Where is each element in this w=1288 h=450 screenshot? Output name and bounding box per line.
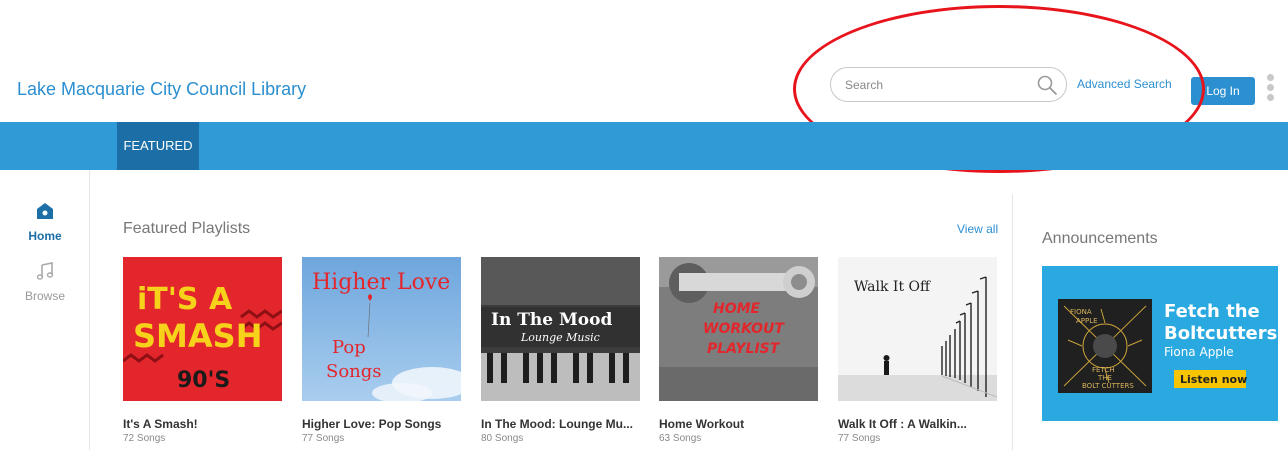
cover-text: Songs: [326, 361, 382, 382]
music-note-icon: [36, 262, 54, 280]
cover-text: 90'S: [177, 368, 230, 393]
playlist-card[interactable]: HOME WORKOUT PLAYLIST Home Workout 63 So…: [659, 257, 818, 444]
cover-text: In The Mood: [491, 310, 612, 330]
cover-text: Lounge Music: [520, 331, 600, 344]
cover-text: SMASH: [133, 317, 262, 355]
playlist-card[interactable]: In The Mood Lounge Music In The Mood: Lo…: [481, 257, 640, 444]
playlist-cover[interactable]: Higher Love Pop Songs: [302, 257, 461, 401]
column-divider: [1012, 194, 1013, 450]
album-art-text: BOLT CUTTERS: [1082, 382, 1134, 390]
site-title[interactable]: Lake Macquarie City Council Library: [17, 79, 306, 100]
album-art-text: APPLE: [1076, 317, 1098, 325]
rail-label-browse: Browse: [24, 289, 65, 303]
listen-now-label: Listen now: [1180, 373, 1247, 386]
album-art-text: FIONA: [1070, 308, 1092, 316]
rail-label-home: Home: [28, 229, 62, 243]
cover-text: Pop: [332, 337, 366, 358]
featured-playlists-heading: Featured Playlists: [123, 220, 251, 237]
playlist-card[interactable]: Higher Love Pop Songs Higher Love: Pop S…: [302, 257, 461, 444]
playlist-card[interactable]: iT'S A SMASH 90'S It's A Smash! 72 Songs: [123, 257, 282, 444]
playlist-title[interactable]: It's A Smash!: [123, 417, 282, 431]
playlist-cover[interactable]: Walk It Off: [838, 257, 997, 401]
playlist-title[interactable]: Home Workout: [659, 417, 818, 431]
playlist-cover[interactable]: HOME WORKOUT PLAYLIST: [659, 257, 818, 401]
cover-text: WORKOUT: [703, 321, 785, 337]
playlist-cover[interactable]: In The Mood Lounge Music: [481, 257, 640, 401]
playlist-cover[interactable]: iT'S A SMASH 90'S: [123, 257, 282, 401]
playlist-song-count: 72 Songs: [123, 433, 166, 444]
playlist-song-count: 77 Songs: [302, 433, 345, 444]
album-art-text: THE: [1097, 374, 1112, 382]
tab-featured[interactable]: FEATURED: [117, 122, 199, 170]
cover-text: HOME: [713, 301, 761, 317]
login-button[interactable]: Log In: [1191, 77, 1255, 105]
search-input[interactable]: [845, 76, 1025, 94]
album-art-text: FETCH: [1092, 366, 1114, 374]
announcement-banner[interactable]: FIONA APPLE FETCH THE BOLT CUTTERS Fetch…: [1042, 266, 1278, 421]
home-icon: [37, 203, 53, 219]
playlist-song-count: 63 Songs: [659, 433, 702, 444]
playlist-title[interactable]: Higher Love: Pop Songs: [302, 417, 461, 431]
more-options-icon[interactable]: [1267, 74, 1275, 104]
playlist-card[interactable]: Walk It Off Walk It Off : A Walkin... 77…: [838, 257, 997, 444]
cover-text: iT'S A: [137, 282, 233, 317]
announcements-heading: Announcements: [1042, 230, 1158, 247]
search-box[interactable]: [830, 67, 1067, 102]
left-rail: Home Browse: [0, 170, 90, 450]
banner-artist: Fiona Apple: [1164, 345, 1234, 359]
playlist-title[interactable]: In The Mood: Lounge Mu...: [481, 417, 640, 431]
banner-heading: Fetch the: [1164, 301, 1260, 322]
cover-text: Higher Love: [312, 270, 450, 295]
view-all-link[interactable]: View all: [957, 222, 998, 236]
banner-heading: Boltcutters: [1164, 323, 1277, 344]
playlist-title[interactable]: Walk It Off : A Walkin...: [838, 417, 997, 431]
site-header: Lake Macquarie City Council Library Adva…: [0, 0, 1288, 122]
cover-text: PLAYLIST: [707, 341, 781, 357]
playlist-song-count: 77 Songs: [838, 433, 881, 444]
playlist-song-count: 80 Songs: [481, 433, 524, 444]
main-nav: FEATURED: [0, 122, 1288, 170]
rail-item-browse[interactable]: Browse: [0, 262, 90, 303]
rail-item-home[interactable]: Home: [0, 202, 90, 243]
advanced-search-link[interactable]: Advanced Search: [1077, 77, 1172, 91]
search-icon[interactable]: [1036, 74, 1058, 96]
cover-text: Walk It Off: [854, 279, 931, 295]
